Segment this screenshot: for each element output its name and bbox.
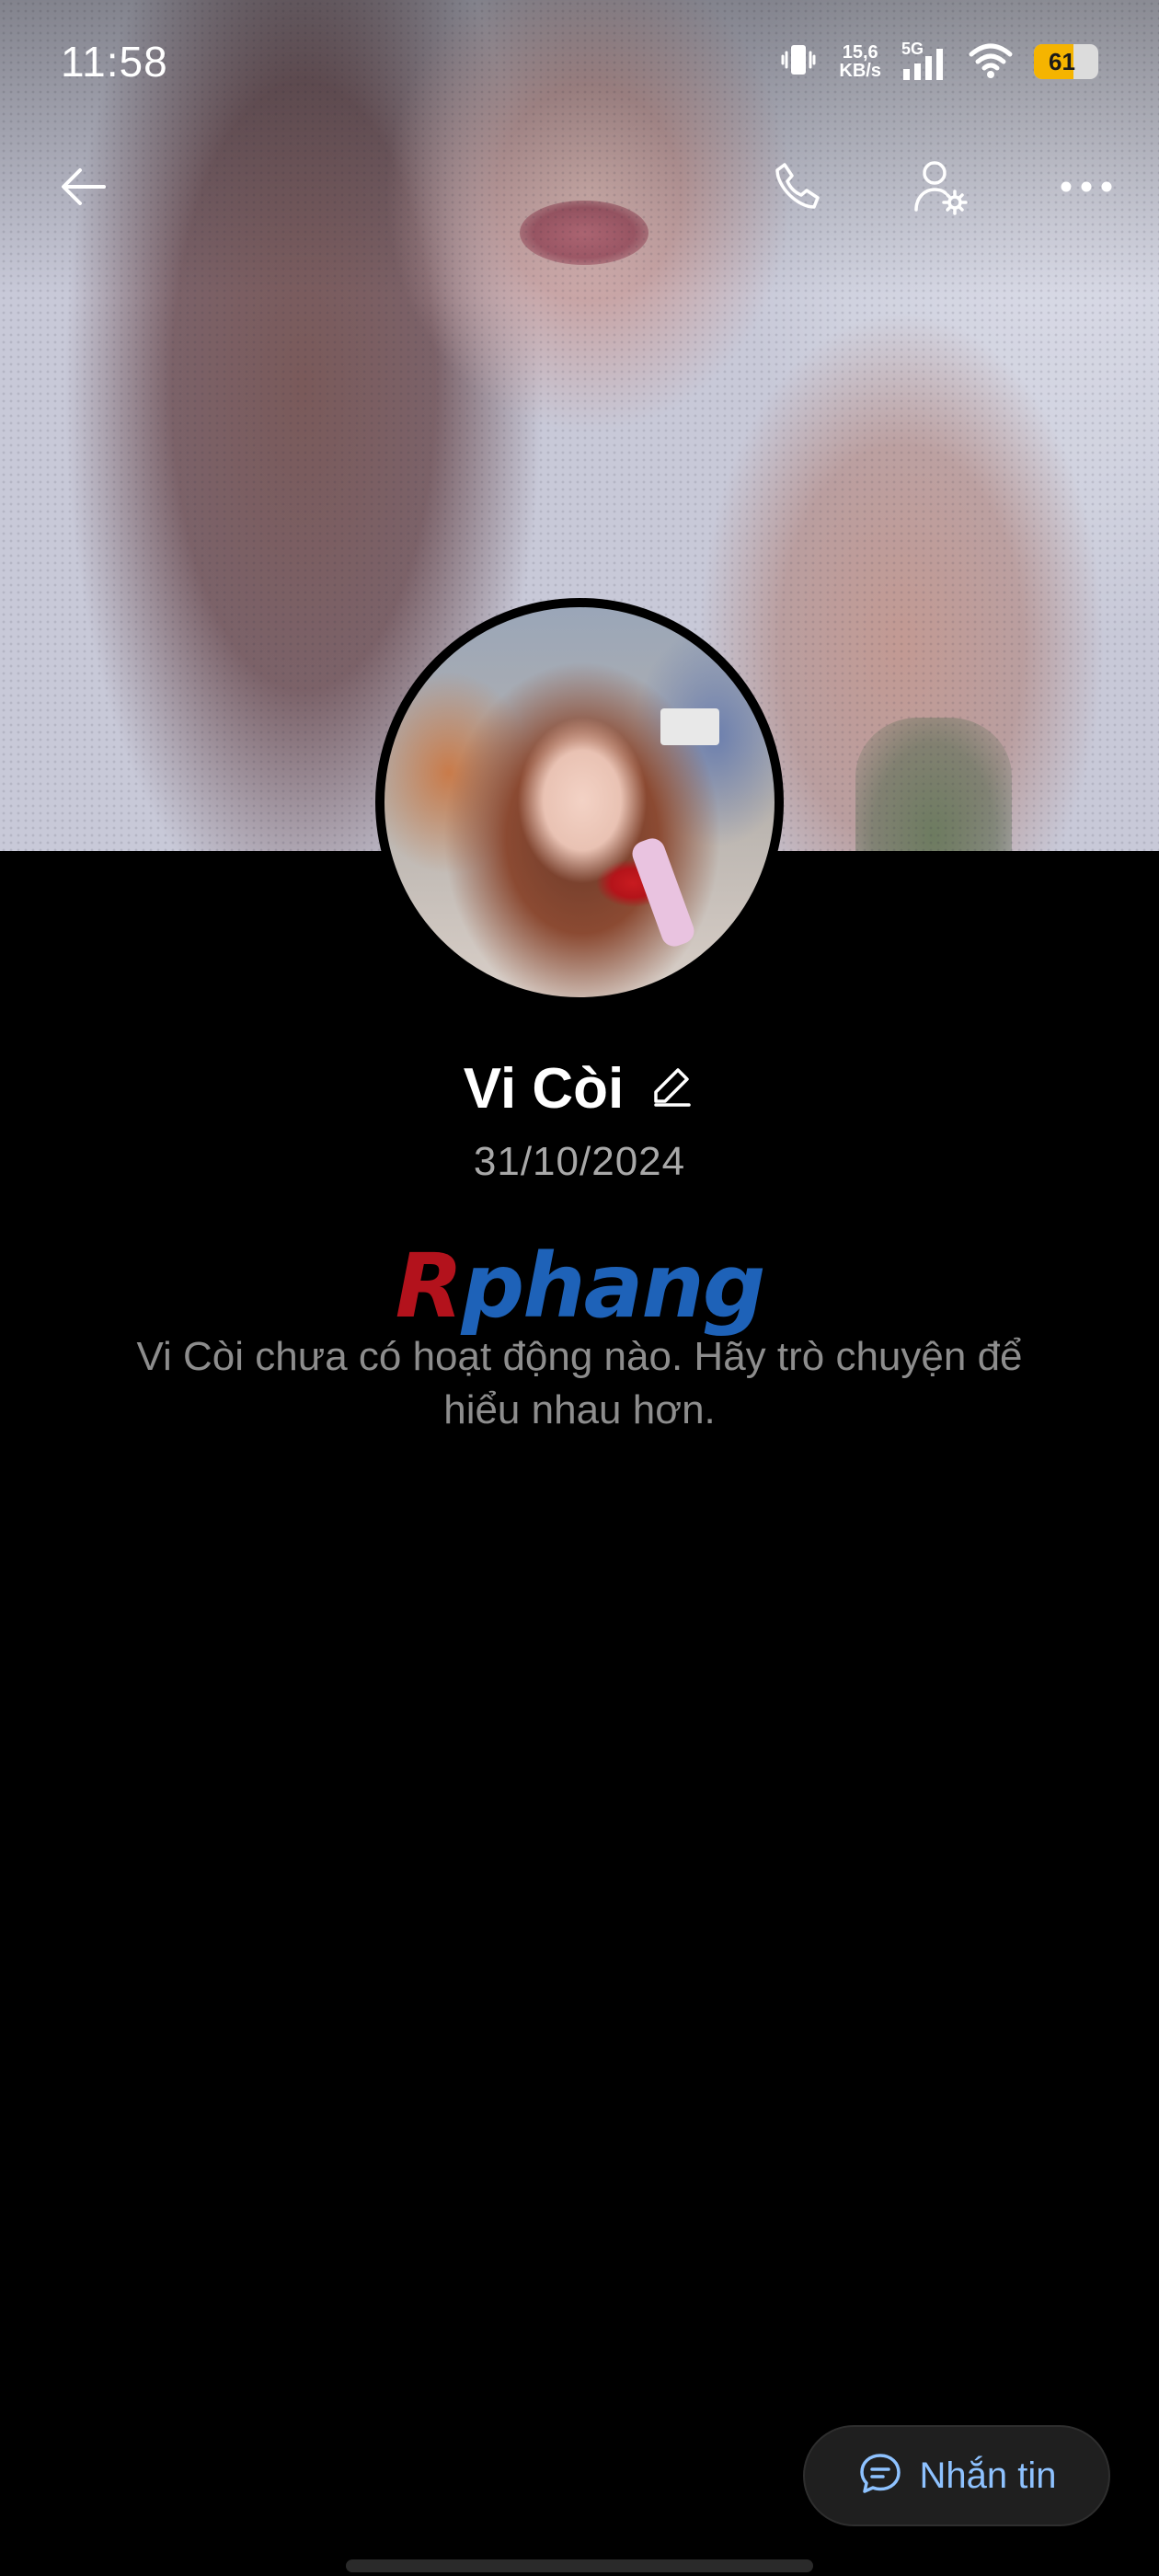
more-button[interactable] <box>1045 147 1128 230</box>
net-speed-unit: KB/s <box>839 61 881 81</box>
watermark-logo: Rphang <box>0 1235 1159 1338</box>
more-horizontal-icon <box>1057 178 1116 201</box>
wifi-icon <box>968 40 1014 85</box>
pencil-icon <box>650 1064 694 1113</box>
message-button[interactable]: Nhắn tin <box>803 2425 1110 2526</box>
arrow-left-icon <box>54 157 113 221</box>
empty-state-message: Vi Còi chưa có hoạt động nào. Hãy trò ch… <box>136 1334 1023 1432</box>
signal-icon: 5G <box>901 40 947 82</box>
edit-name-button[interactable] <box>649 1066 695 1112</box>
profile-name-row: Vi Còi <box>0 1056 1159 1121</box>
back-button[interactable] <box>42 147 125 230</box>
user-settings-button[interactable] <box>900 147 982 230</box>
phone-icon <box>768 157 827 221</box>
watermark-text: phang <box>461 1235 766 1338</box>
message-button-label: Nhắn tin <box>919 2455 1057 2496</box>
vibrate-icon <box>778 40 819 85</box>
avatar[interactable] <box>375 598 784 1006</box>
status-bar: 11:58 15,6 KB/s 5G 61 <box>0 0 1159 120</box>
battery-level: 61 <box>1049 48 1075 75</box>
user-settings-icon <box>909 155 973 224</box>
net-speed: 15,6 KB/s <box>839 43 881 80</box>
watermark-first-letter: R <box>395 1235 464 1338</box>
home-indicator[interactable] <box>346 2559 813 2572</box>
profile-name: Vi Còi <box>463 1057 625 1121</box>
net-speed-value: 15,6 <box>842 42 878 63</box>
profile-date: 31/10/2024 <box>473 1139 686 1184</box>
chat-bubble-icon <box>857 2451 903 2501</box>
network-type-label: 5G <box>901 40 924 58</box>
status-time: 11:58 <box>61 38 168 86</box>
avatar-photo-detail <box>628 834 698 950</box>
battery-indicator: 61 <box>1034 44 1098 79</box>
avatar-photo-detail <box>660 708 719 745</box>
status-icons: 15,6 KB/s 5G 61 <box>778 39 1098 85</box>
call-button[interactable] <box>756 147 839 230</box>
